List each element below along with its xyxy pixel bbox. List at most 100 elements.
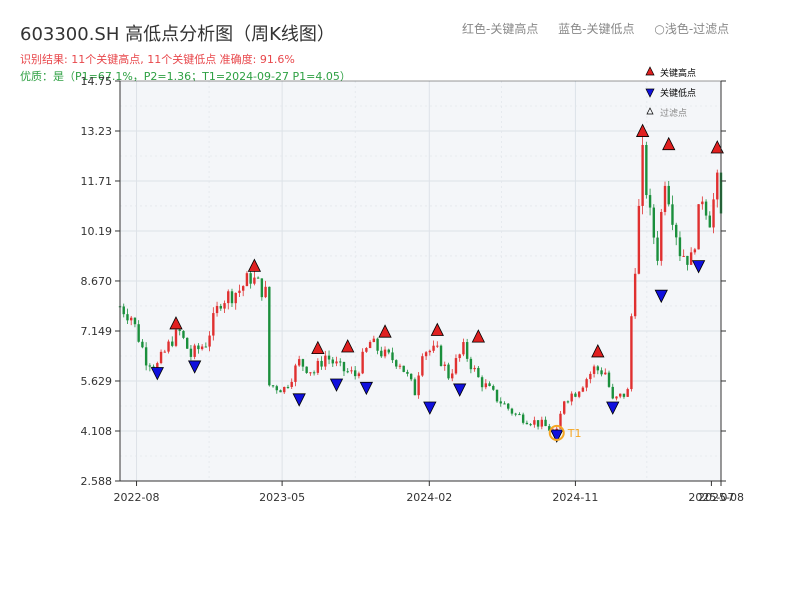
candle-up	[604, 372, 607, 375]
candle-down	[380, 350, 383, 357]
candle-up	[294, 365, 297, 382]
candle-down	[525, 422, 529, 425]
candle-up	[533, 420, 536, 425]
candle-down	[611, 386, 614, 399]
legend-low-label: 关键低点	[660, 87, 696, 99]
candle-up	[335, 361, 338, 364]
candle-up	[223, 303, 226, 309]
candle-down	[268, 286, 271, 386]
candle-up	[417, 375, 420, 396]
candle-up	[619, 393, 622, 397]
candle-down	[413, 379, 417, 396]
candle-up	[163, 351, 166, 353]
candle-up	[693, 249, 697, 253]
candle-down	[320, 360, 323, 367]
candle-down	[182, 330, 185, 338]
candle-down	[219, 305, 222, 309]
candle-down	[271, 385, 275, 387]
candle-down	[305, 366, 308, 373]
candle-down	[141, 341, 144, 348]
candle-up	[264, 286, 267, 298]
candle-down	[645, 144, 648, 196]
candle-up	[350, 370, 353, 372]
candle-up	[241, 286, 245, 291]
candle-down	[126, 314, 129, 321]
candle-down	[346, 371, 349, 373]
candle-up	[484, 383, 488, 388]
candle-down	[529, 424, 532, 426]
candle-up	[365, 348, 368, 352]
candle-down	[339, 361, 342, 363]
candle-up	[585, 379, 588, 388]
candle-down	[465, 342, 469, 359]
candle-up	[290, 381, 293, 387]
x-tick-label: 2023-05	[259, 491, 305, 504]
candle-up	[451, 373, 454, 379]
candle-up	[592, 366, 596, 374]
candle-up	[626, 389, 629, 397]
candle-down	[469, 358, 473, 370]
candle-down	[600, 370, 603, 375]
candle-down	[342, 362, 346, 372]
candle-down	[275, 386, 278, 391]
candle-up	[156, 363, 159, 368]
candle-down	[409, 373, 413, 380]
x-tick-label: 2024-02	[406, 491, 452, 504]
candle-up	[167, 341, 170, 352]
candle-up	[633, 273, 637, 317]
y-tick-label: 13.23	[81, 125, 113, 138]
candle-up	[398, 365, 402, 367]
candle-down	[133, 317, 137, 325]
candle-down	[260, 278, 264, 298]
candle-down	[178, 329, 181, 331]
candle-down	[566, 401, 570, 403]
y-tick-label: 8.670	[81, 275, 113, 288]
candle-up	[712, 199, 715, 228]
candle-down	[331, 359, 334, 364]
candle-down	[510, 408, 514, 414]
candle-up	[577, 391, 581, 397]
candle-up	[361, 351, 364, 374]
candle-down	[230, 291, 234, 304]
x-tick-label: 2022-08	[114, 491, 160, 504]
candle-down	[652, 207, 656, 238]
candle-up	[368, 342, 372, 349]
legend-filtered-label: 过滤点	[660, 107, 687, 119]
candle-up	[615, 396, 618, 399]
y-tick-label: 5.629	[81, 375, 113, 388]
candle-up	[372, 338, 376, 343]
candle-down	[678, 237, 682, 257]
candle-up	[443, 364, 446, 366]
candle-down	[675, 224, 678, 238]
candle-up	[227, 291, 230, 304]
candle-up	[297, 359, 301, 366]
y-tick-label: 4.108	[81, 425, 113, 438]
candle-up	[245, 273, 249, 287]
candle-up	[663, 185, 667, 212]
candle-down	[686, 255, 689, 265]
candle-up	[428, 350, 432, 353]
candle-up	[200, 346, 204, 350]
candle-up	[316, 360, 320, 373]
legend-high-label: 关键高点	[660, 67, 696, 79]
candle-down	[607, 372, 611, 387]
candle-up	[454, 358, 458, 374]
candle-down	[189, 348, 193, 357]
candle-up	[193, 345, 196, 357]
candle-down	[671, 204, 674, 225]
x-tick-label: 2024-11	[552, 491, 598, 504]
candle-up	[716, 172, 719, 200]
candle-up	[682, 255, 685, 257]
candle-up	[129, 317, 133, 321]
candle-up	[689, 252, 693, 265]
candle-down	[488, 383, 491, 387]
candle-down	[495, 389, 499, 402]
candle-up	[581, 387, 585, 392]
candle-down	[395, 360, 398, 367]
candle-down	[492, 386, 495, 390]
candle-up	[589, 373, 592, 380]
candle-down	[286, 386, 290, 388]
candle-up	[212, 313, 215, 336]
candle-up	[701, 201, 704, 205]
legend-high-icon	[645, 66, 655, 76]
